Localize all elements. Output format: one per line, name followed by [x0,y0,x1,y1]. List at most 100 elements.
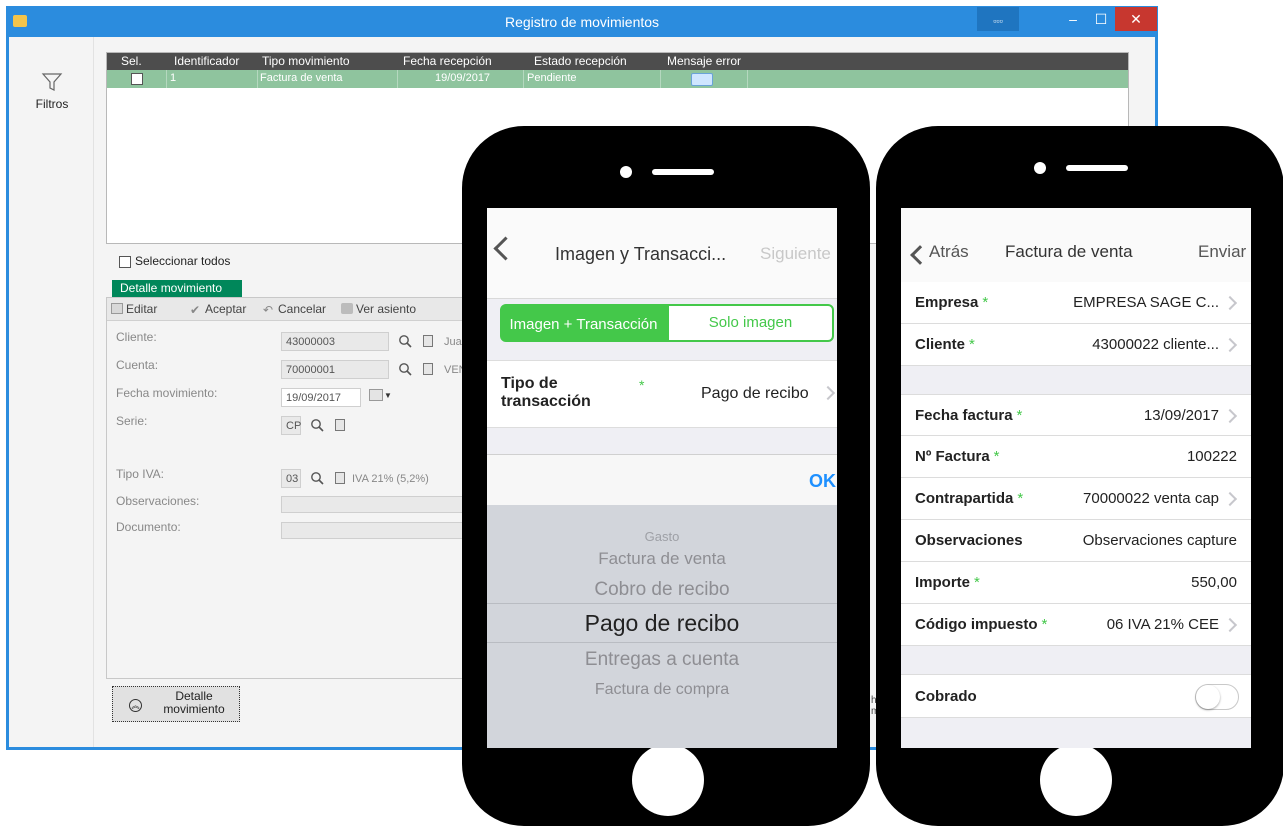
codigo-impuesto-value: 06 IVA 21% CEE [1106,616,1219,633]
ver-asiento-button[interactable]: Ver asiento [341,302,416,316]
filters-rail: Filtros [9,37,94,747]
cuenta-field[interactable]: 70000001 [281,360,389,379]
documento-field[interactable] [281,522,471,539]
chevron-down-icon[interactable]: ▼ [384,391,392,400]
column-header-mensaje[interactable]: Mensaje error [667,54,741,68]
editar-button[interactable]: Editar [111,302,157,316]
table-row[interactable]: 1 Factura de venta 19/09/2017 Pendiente [107,70,1128,88]
empresa-row[interactable]: Empresa * EMPRESA SAGE C... [901,282,1251,324]
cliente-value: 43000022 cliente... [1092,336,1219,353]
picker-toolbar: OK [487,454,837,506]
cancelar-button[interactable]: ↶ Cancelar [263,302,326,316]
atras-button[interactable]: Atrás [929,242,969,262]
home-button[interactable] [632,744,704,816]
search-icon[interactable] [398,362,412,376]
camera-dot [620,166,632,178]
fecha-factura-value: 13/09/2017 [1143,407,1219,424]
required-star: * [1017,490,1024,507]
ok-button[interactable]: OK [809,471,836,492]
siguiente-button[interactable]: Siguiente [760,244,831,264]
codigo-impuesto-row[interactable]: Código impuesto * 06 IVA 21% CEE [901,604,1251,646]
chevron-right-icon [1222,408,1238,424]
document-icon[interactable] [423,363,433,375]
importe-row[interactable]: Importe * 550,00 [901,562,1251,604]
message-bubble-icon[interactable] [691,73,713,86]
document-icon[interactable] [335,419,345,431]
search-icon[interactable] [398,334,412,348]
empresa-label: Empresa [915,294,979,311]
picker-option[interactable]: Gasto [487,529,837,544]
column-header-sel[interactable]: Sel. [121,54,142,68]
picker-selected-option[interactable]: Pago de recibo [487,603,837,643]
cliente-row[interactable]: Cliente * 43000022 cliente... [901,324,1251,366]
column-header-identificador[interactable]: Identificador [174,54,239,68]
fecha-factura-row[interactable]: Fecha factura * 13/09/2017 [901,394,1251,436]
importe-label: Importe [915,574,971,591]
observaciones-row[interactable]: Observaciones Observaciones capture [901,520,1251,562]
phone2-screen: Atrás Factura de venta Enviar Empresa * E… [901,208,1251,748]
title-bar[interactable]: Registro de movimientos ▫▫▫ – ☐ ✕ [7,7,1157,37]
close-button[interactable]: ✕ [1115,7,1157,31]
picker-option[interactable]: Factura de venta [487,549,837,569]
required-star: * [1016,407,1023,424]
required-star: * [982,294,989,311]
chevron-right-icon [820,385,836,401]
observaciones-field[interactable] [281,496,471,513]
phone2-nav-bar: Atrás Factura de venta Enviar [901,208,1251,283]
cliente-field[interactable]: 43000003 [281,332,389,351]
select-all-label[interactable]: Seleccionar todos [135,254,230,268]
importe-value: 550,00 [1191,574,1237,591]
column-header-tipo[interactable]: Tipo movimiento [262,54,350,68]
back-chevron-icon[interactable] [493,236,518,261]
tipo-transaccion-row[interactable]: Tipo de transacción * Pago de recibo [487,360,837,428]
window-extra-button[interactable]: ▫▫▫ [977,7,1019,31]
home-button[interactable] [1040,744,1112,816]
required-star: * [639,377,645,393]
search-icon[interactable] [310,418,324,432]
aceptar-button[interactable]: ✔ Aceptar [190,302,246,316]
tipo-iva-field[interactable]: 03 [281,469,301,488]
numero-factura-row[interactable]: Nº Factura * 100222 [901,436,1251,478]
document-icon[interactable] [423,335,433,347]
document-icon[interactable] [335,472,345,484]
row-estado: Pendiente [527,72,577,84]
toggle-knob [1196,685,1220,709]
serie-field[interactable]: CP [281,416,301,435]
cobrado-toggle[interactable] [1195,684,1239,710]
calendar-icon[interactable] [369,389,383,401]
observaciones-value: Observaciones capture [1082,532,1237,549]
back-chevron-icon[interactable] [910,245,930,265]
select-all-checkbox[interactable] [119,256,131,268]
detail-toolbar: Editar ✔ Aceptar ↶ Cancelar Ver asiento [107,298,477,321]
phone2-title: Factura de venta [1005,242,1133,261]
row-select-checkbox[interactable] [131,73,143,85]
undo-arrow-icon: ↶ [263,303,274,317]
picker-option[interactable]: Cobro de recibo [487,579,837,601]
contrapartida-row[interactable]: Contrapartida * 70000022 venta cap [901,478,1251,520]
enviar-button[interactable]: Enviar [1198,242,1246,262]
picker-option[interactable]: Factura de compra [487,681,837,699]
transaction-type-picker[interactable]: Gasto Factura de venta Cobro de recibo P… [487,505,837,748]
minimize-button[interactable]: – [1059,7,1087,31]
cancelar-label: Cancelar [278,302,327,316]
funnel-icon[interactable] [41,71,63,93]
row-tipo: Factura de venta [260,72,343,84]
maximize-button[interactable]: ☐ [1087,7,1115,31]
filters-label[interactable]: Filtros [29,97,75,111]
search-icon[interactable] [310,471,324,485]
column-header-estado[interactable]: Estado recepción [534,54,627,68]
speaker-grille [652,169,714,175]
segment-solo-imagen[interactable]: Solo imagen [667,304,834,342]
segment-imagen-transaccion[interactable]: Imagen + Transacción [500,304,667,342]
observaciones-label: Observaciones: [116,494,200,508]
picker-option[interactable]: Entregas a cuenta [487,649,837,671]
numero-factura-label: Nº Factura [915,448,990,465]
cliente-label: Cliente [915,336,966,353]
tab-detalle-movimiento[interactable]: Detalle movimiento [112,280,242,297]
detalle-movimiento-button[interactable]: ︽ Detalle movimiento [112,686,240,722]
row-identificador: 1 [170,72,177,84]
column-header-fecha[interactable]: Fecha recepción [403,54,492,68]
fecha-movimiento-field[interactable]: 19/09/2017 [281,388,361,407]
cliente-description: Jua [444,336,462,348]
contrapartida-value: 70000022 venta cap [1083,490,1219,507]
